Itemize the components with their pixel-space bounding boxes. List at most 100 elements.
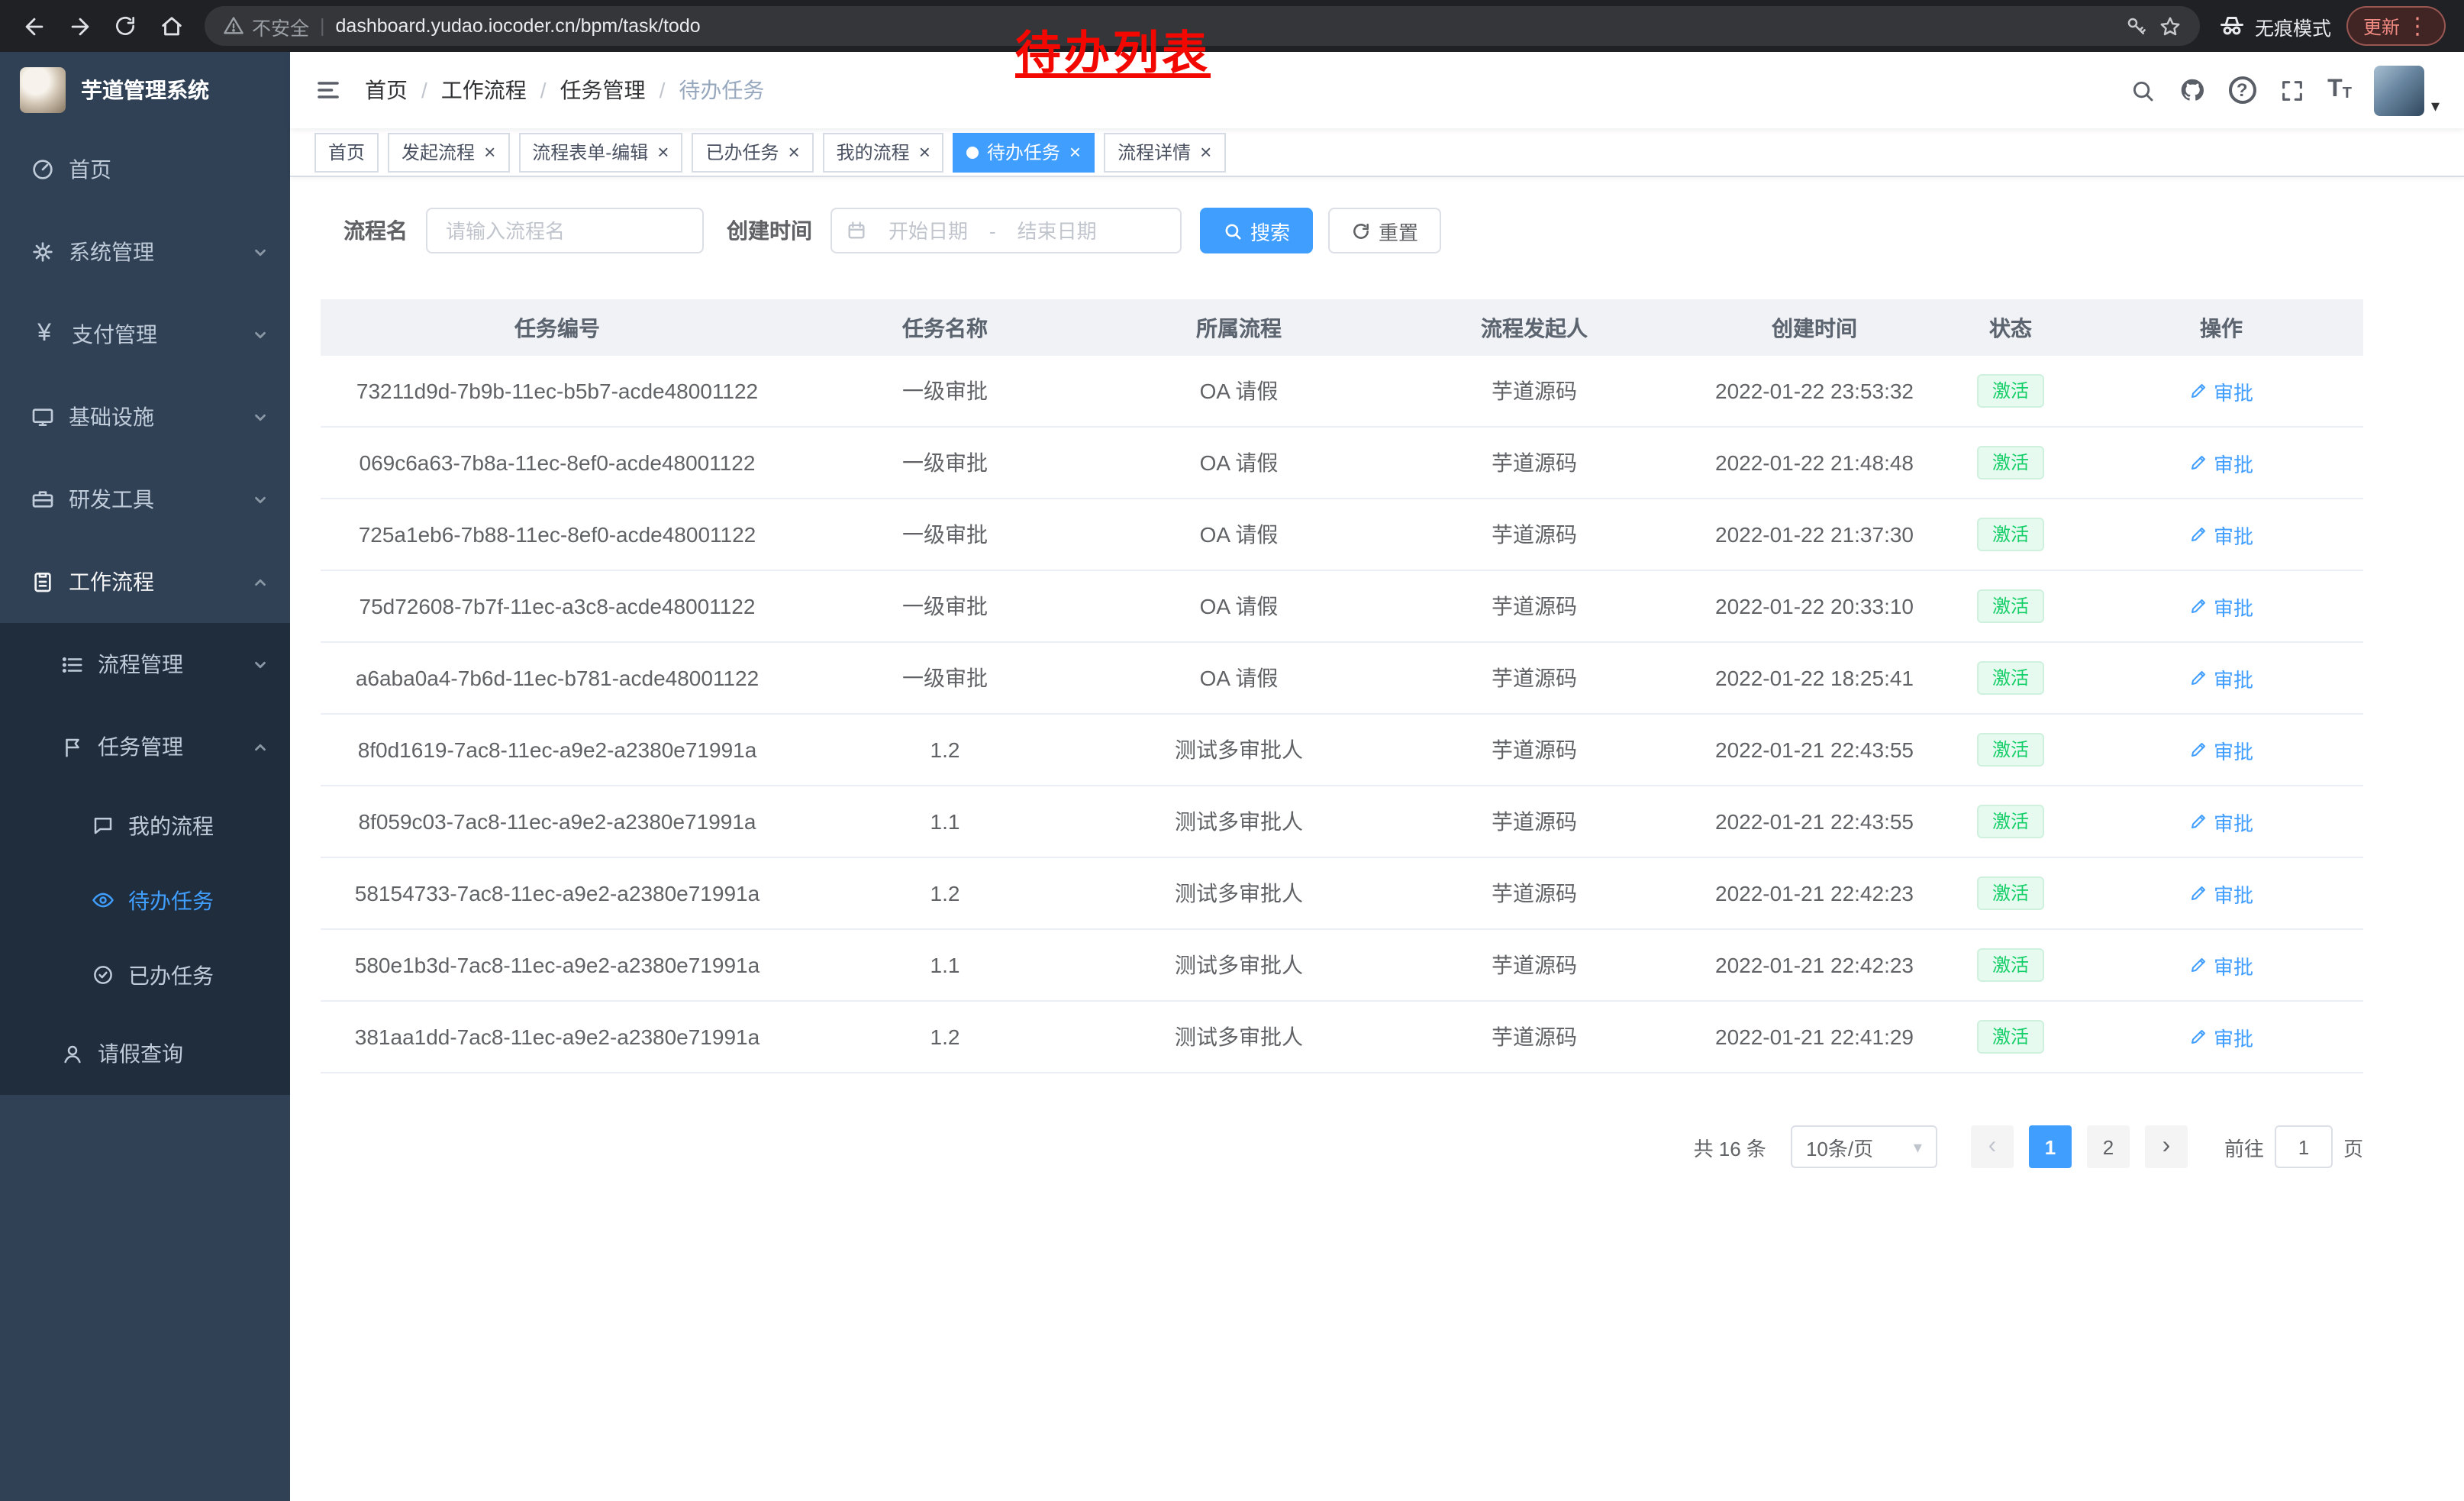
page-button-2[interactable]: 2 (2087, 1125, 2130, 1168)
approve-link[interactable]: 审批 (2189, 592, 2253, 621)
sidebar-item-workflow[interactable]: 工作流程 (0, 541, 290, 623)
sidebar-item-infrastructure[interactable]: 基础设施 (0, 376, 290, 458)
bookmark-star-button[interactable] (2159, 15, 2182, 37)
chat-icon (92, 814, 114, 837)
fullscreen-button[interactable] (2279, 77, 2304, 103)
sidebar-item-home[interactable]: 首页 (0, 128, 290, 211)
approve-link[interactable]: 审批 (2189, 1022, 2253, 1051)
tab-process-detail[interactable]: 流程详情 × (1104, 132, 1225, 172)
tab-start-process[interactable]: 发起流程 × (388, 132, 509, 172)
tab-todo-tasks[interactable]: 待办任务 × (953, 132, 1095, 172)
date-range-picker[interactable]: - (830, 208, 1182, 253)
sidebar-collapse-button[interactable] (314, 76, 342, 104)
header-search-button[interactable] (2129, 77, 2155, 103)
approve-link[interactable]: 审批 (2189, 448, 2253, 477)
browser-forward-button[interactable] (58, 5, 101, 47)
process-name-input[interactable] (426, 208, 704, 253)
sidebar-item-label: 系统管理 (69, 237, 238, 267)
cell-task-id: 8f0d1619-7ac8-11ec-a9e2-a2380e71991a (321, 738, 794, 762)
approve-link[interactable]: 审批 (2189, 376, 2253, 405)
goto-label: 前往 (2224, 1132, 2264, 1161)
calendar-icon (846, 220, 867, 241)
menu-dots-icon: ⋮ (2406, 12, 2429, 40)
sidebar-item-my-process[interactable]: 我的流程 (0, 788, 290, 863)
tab-done-tasks[interactable]: 已办任务 × (692, 132, 813, 172)
status-badge: 激活 (1977, 518, 2044, 551)
tab-label: 已办任务 (705, 139, 779, 165)
breadcrumb: 首页 / 工作流程 / 任务管理 / 待办任务 (365, 75, 764, 105)
edit-pencil-icon (2189, 956, 2208, 974)
page-size-select[interactable]: 10条/页 ▾ (1791, 1125, 1937, 1168)
range-separator: - (989, 219, 996, 242)
sidebar-item-leave-query[interactable]: 请假查询 (0, 1012, 290, 1095)
sidebar-item-label: 待办任务 (128, 885, 269, 915)
font-size-button[interactable]: T T (2327, 78, 2352, 102)
close-icon[interactable]: × (788, 142, 799, 162)
breadcrumb-item[interactable]: 首页 (365, 75, 408, 105)
security-indicator[interactable]: 不安全 (223, 11, 309, 40)
cell-action: 审批 (2079, 951, 2363, 980)
pagination: 共 16 条 10条/页 ▾ ‹ 1 2 › 前往 页 (321, 1125, 2363, 1168)
approve-link-label: 审批 (2214, 448, 2253, 477)
breadcrumb-item[interactable]: 任务管理 (560, 75, 646, 105)
reset-button[interactable]: 重置 (1328, 208, 1441, 253)
user-avatar-menu[interactable]: ▾ (2375, 65, 2440, 115)
sidebar-item-todo-tasks[interactable]: 待办任务 (0, 863, 290, 938)
screen: 不安全 | dashboard.yudao.iocoder.cn/bpm/tas… (0, 0, 2464, 1501)
close-icon[interactable]: × (1069, 142, 1081, 162)
cell-task-name: 1.2 (794, 738, 1096, 762)
goto-page-input[interactable] (2275, 1125, 2333, 1168)
prev-page-button[interactable]: ‹ (1971, 1125, 2014, 1168)
browser-update-button[interactable]: 更新 ⋮ (2346, 6, 2446, 46)
github-link-button[interactable] (2178, 76, 2205, 104)
help-button[interactable]: ? (2228, 76, 2256, 104)
end-date-input[interactable] (1002, 219, 1112, 242)
close-icon[interactable]: × (484, 142, 495, 162)
status-badge: 激活 (1977, 446, 2044, 479)
close-icon[interactable]: × (1200, 142, 1211, 162)
sidebar-item-label: 首页 (69, 154, 269, 185)
close-icon[interactable]: × (657, 142, 669, 162)
password-key-button[interactable] (2125, 15, 2148, 37)
browser-home-button[interactable] (150, 5, 192, 47)
close-icon[interactable]: × (919, 142, 930, 162)
sidebar-item-done-tasks[interactable]: 已办任务 (0, 938, 290, 1012)
list-icon (61, 653, 84, 676)
start-date-input[interactable] (873, 219, 983, 242)
browser-reload-button[interactable] (104, 5, 147, 47)
next-page-button[interactable]: › (2145, 1125, 2188, 1168)
table-row: 069c6a63-7b8a-11ec-8ef0-acde48001122 一级审… (321, 428, 2363, 499)
sidebar-item-task-management[interactable]: 任务管理 (0, 705, 290, 788)
cell-process: 测试多审批人 (1096, 806, 1382, 837)
tags-view-bar: 首页 发起流程 × 流程表单-编辑 × 已办任务 × 我的流程 × (290, 128, 2464, 177)
cell-created-time: 2022-01-21 22:41:29 (1687, 1025, 1942, 1049)
breadcrumb-item[interactable]: 工作流程 (441, 75, 527, 105)
cell-initiator: 芋道源码 (1382, 519, 1687, 550)
approve-link[interactable]: 审批 (2189, 735, 2253, 764)
tab-process-form-edit[interactable]: 流程表单-编辑 × (518, 132, 682, 172)
approve-link[interactable]: 审批 (2189, 807, 2253, 836)
sidebar-item-devtools[interactable]: 研发工具 (0, 458, 290, 541)
tab-label: 流程详情 (1118, 139, 1191, 165)
sidebar-item-process-management[interactable]: 流程管理 (0, 623, 290, 705)
cell-status: 激活 (1942, 374, 2079, 408)
cell-task-id: 381aa1dd-7ac8-11ec-a9e2-a2380e71991a (321, 1025, 794, 1049)
column-header: 所属流程 (1096, 312, 1382, 343)
sidebar-item-system[interactable]: 系统管理 (0, 211, 290, 293)
cell-task-id: 069c6a63-7b8a-11ec-8ef0-acde48001122 (321, 450, 794, 475)
cell-status: 激活 (1942, 1020, 2079, 1054)
chevron-up-icon (252, 573, 269, 590)
page-button-1[interactable]: 1 (2029, 1125, 2072, 1168)
approve-link[interactable]: 审批 (2189, 663, 2253, 692)
sidebar-item-payment[interactable]: ¥ 支付管理 (0, 293, 290, 376)
browser-back-button[interactable] (12, 5, 55, 47)
approve-link[interactable]: 审批 (2189, 879, 2253, 908)
tab-home[interactable]: 首页 (314, 132, 379, 172)
approve-link[interactable]: 审批 (2189, 951, 2253, 980)
hamburger-icon (314, 76, 342, 104)
search-button[interactable]: 搜索 (1200, 208, 1313, 253)
cell-action: 审批 (2079, 807, 2363, 836)
approve-link[interactable]: 审批 (2189, 520, 2253, 549)
tab-my-process[interactable]: 我的流程 × (823, 132, 944, 172)
app-logo[interactable]: 芋道管理系统 (0, 52, 290, 128)
